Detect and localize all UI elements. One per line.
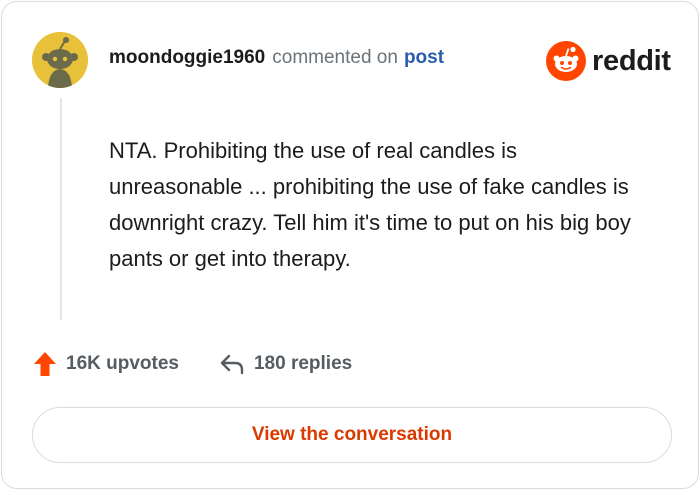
username-link[interactable]: moondoggie1960: [109, 47, 265, 69]
thread-line: [60, 98, 62, 320]
comment-header: moondoggie1960 commented on post: [109, 47, 444, 73]
view-conversation-button[interactable]: View the conversation: [32, 407, 672, 463]
reply-arrow-icon: [220, 354, 244, 375]
reddit-logo[interactable]: reddit: [546, 41, 671, 81]
action-text: commented on: [272, 47, 398, 68]
upvotes-count: 16K upvotes: [66, 353, 179, 374]
snoo-avatar-icon: [32, 32, 88, 88]
user-avatar[interactable]: [32, 32, 88, 88]
comment-embed-card: moondoggie1960 commented on post reddit …: [1, 1, 699, 489]
comment-stats: 16K upvotes 180 replies: [33, 349, 352, 379]
upvote-arrow-icon: [34, 352, 56, 376]
upvotes-stat[interactable]: 16K upvotes: [33, 351, 179, 377]
replies-stat[interactable]: 180 replies: [219, 353, 352, 375]
reddit-snoo-icon: [546, 41, 586, 81]
comment-body: NTA. Prohibiting the use of real candles…: [109, 138, 631, 271]
replies-count: 180 replies: [253, 353, 353, 374]
reddit-wordmark: reddit: [592, 44, 671, 77]
post-link[interactable]: post: [404, 47, 444, 69]
